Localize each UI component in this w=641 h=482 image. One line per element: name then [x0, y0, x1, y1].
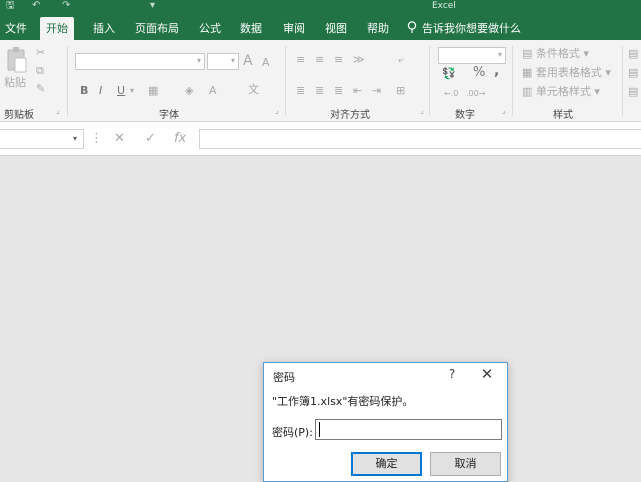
align-center-icon[interactable]: ≣: [315, 84, 324, 98]
percent-button[interactable]: %: [473, 66, 485, 80]
alignment-launcher-icon[interactable]: ⌟: [420, 106, 424, 115]
tab-view[interactable]: 视图: [325, 17, 347, 40]
italic-button[interactable]: I: [99, 84, 102, 98]
save-icon[interactable]: 🖫: [6, 0, 15, 15]
window-title: Excel: [432, 1, 456, 11]
paste-label[interactable]: 粘贴: [4, 76, 26, 90]
conditional-formatting-button[interactable]: ▤ 条件格式 ▾: [522, 47, 589, 61]
tab-help[interactable]: 帮助: [367, 17, 389, 40]
undo-icon[interactable]: ↶: [32, 0, 40, 15]
ribbon-tabs: 文件 开始 插入 页面布局 公式 数据 审阅 视图 帮助 告诉我你想要做什么: [0, 15, 641, 40]
group-label-styles: 样式: [553, 110, 573, 121]
lightbulb-icon: [407, 21, 417, 33]
bold-button[interactable]: B: [80, 84, 88, 98]
tab-formulas[interactable]: 公式: [199, 17, 221, 40]
tab-home[interactable]: 开始: [40, 17, 74, 40]
tell-me-text: 告诉我你想要做什么: [422, 22, 521, 35]
formula-bar: ▾ ⋮ ✕ ✓ fx: [0, 122, 641, 156]
delete-cells-icon[interactable]: ▤: [628, 66, 638, 80]
cell-styles-label: 单元格样式 ▾: [535, 85, 600, 98]
merge-center-icon[interactable]: ⊞: [396, 84, 405, 98]
font-size-select[interactable]: ▾: [207, 53, 239, 70]
chevron-down-icon[interactable]: ▾: [130, 84, 134, 98]
insert-cells-icon[interactable]: ▤: [628, 47, 638, 61]
cell-styles-button[interactable]: ▥ 单元格样式 ▾: [522, 85, 600, 99]
chevron-down-icon: ▾: [196, 56, 201, 65]
font-launcher-icon[interactable]: ⌟: [275, 106, 279, 115]
name-box[interactable]: ▾: [0, 129, 84, 149]
fill-color-icon[interactable]: ◈: [185, 84, 193, 98]
group-label-font: 字体: [159, 110, 179, 121]
insert-function-icon[interactable]: fx: [174, 131, 186, 147]
title-bar: 🖫 ↶ ↷ ▾ Excel: [0, 0, 641, 15]
cancel-button[interactable]: 取消: [430, 452, 501, 476]
customize-quick-access-icon[interactable]: ▾: [150, 0, 155, 15]
borders-icon[interactable]: ▦: [148, 84, 158, 98]
format-painter-icon[interactable]: ✎: [36, 82, 45, 96]
tell-me-box[interactable]: 告诉我你想要做什么: [407, 17, 521, 40]
formula-input[interactable]: [199, 129, 641, 149]
align-right-icon[interactable]: ≣: [334, 84, 343, 98]
underline-button[interactable]: U: [117, 84, 125, 98]
chevron-down-icon: ▾: [230, 56, 235, 65]
format-as-table-button[interactable]: ▦ 套用表格格式 ▾: [522, 66, 611, 80]
close-icon[interactable]: ✕: [479, 365, 495, 383]
enter-icon[interactable]: ✓: [145, 131, 156, 147]
format-as-table-label: 套用表格格式 ▾: [535, 66, 611, 79]
align-middle-icon[interactable]: ≡: [315, 53, 324, 67]
tab-review[interactable]: 审阅: [283, 17, 305, 40]
tab-page-layout[interactable]: 页面布局: [135, 17, 179, 40]
ok-button[interactable]: 确定: [351, 452, 422, 476]
cell-styles-icon: ▥: [522, 85, 533, 98]
cut-icon[interactable]: ✂: [36, 46, 45, 60]
tab-data[interactable]: 数据: [240, 17, 262, 40]
align-top-icon[interactable]: ≡: [296, 53, 305, 67]
password-label: 密码(P):: [272, 426, 313, 439]
wrap-text-icon[interactable]: ⤶: [398, 53, 404, 67]
shrink-font-icon[interactable]: A: [262, 56, 270, 70]
group-label-alignment: 对齐方式: [330, 110, 370, 121]
decrease-decimal-icon[interactable]: .00→: [466, 87, 485, 101]
font-color-icon[interactable]: A: [209, 84, 217, 98]
format-cells-icon[interactable]: ▤: [628, 85, 638, 99]
increase-decimal-icon[interactable]: ←.0: [444, 87, 458, 101]
number-launcher-icon[interactable]: ⌟: [502, 106, 506, 115]
accounting-format-icon[interactable]: 💱: [442, 67, 456, 81]
align-left-icon[interactable]: ≣: [296, 84, 305, 98]
group-label-number: 数字: [455, 110, 475, 121]
decrease-indent-icon[interactable]: ⇤: [353, 84, 362, 98]
conditional-formatting-icon: ▤: [522, 47, 533, 60]
paste-icon[interactable]: [5, 46, 29, 74]
orientation-icon[interactable]: ≫: [353, 53, 365, 67]
help-icon[interactable]: ?: [445, 367, 459, 381]
chevron-down-icon: ▾: [497, 50, 502, 59]
tab-file[interactable]: 文件: [5, 17, 27, 40]
format-as-table-icon: ▦: [522, 66, 533, 79]
password-input[interactable]: [315, 419, 502, 440]
redo-icon[interactable]: ↷: [62, 0, 70, 15]
cancel-icon[interactable]: ✕: [114, 131, 125, 147]
chevron-down-icon[interactable]: ▾: [73, 132, 77, 146]
align-bottom-icon[interactable]: ≡: [334, 53, 343, 67]
copy-icon[interactable]: ⧉: [36, 64, 44, 78]
increase-indent-icon[interactable]: ⇥: [372, 84, 381, 98]
group-label-clipboard: 剪贴板: [4, 110, 34, 121]
tab-insert[interactable]: 插入: [93, 17, 115, 40]
dialog-title: 密码: [273, 371, 295, 384]
phonetic-icon[interactable]: 文: [248, 83, 259, 97]
dialog-message: "工作簿1.xlsx"有密码保护。: [272, 395, 414, 408]
comma-button[interactable]: ,: [494, 64, 499, 78]
font-name-select[interactable]: ▾: [75, 53, 205, 70]
ribbon: 粘贴 ✂ ⧉ ✎ 剪贴板 ⌟ ▾ ▾ A A B I U ▾ ▦ ◈ A 文 字…: [0, 40, 641, 122]
grow-font-icon[interactable]: A: [243, 54, 253, 68]
conditional-formatting-label: 条件格式 ▾: [535, 47, 589, 60]
formula-bar-grip-icon: ⋮: [90, 131, 103, 146]
text-caret: [319, 422, 320, 437]
password-dialog: 密码 ? ✕ "工作簿1.xlsx"有密码保护。 密码(P): 确定 取消: [263, 362, 508, 482]
clipboard-launcher-icon[interactable]: ⌟: [56, 106, 60, 115]
number-format-select[interactable]: ▾: [438, 47, 506, 64]
